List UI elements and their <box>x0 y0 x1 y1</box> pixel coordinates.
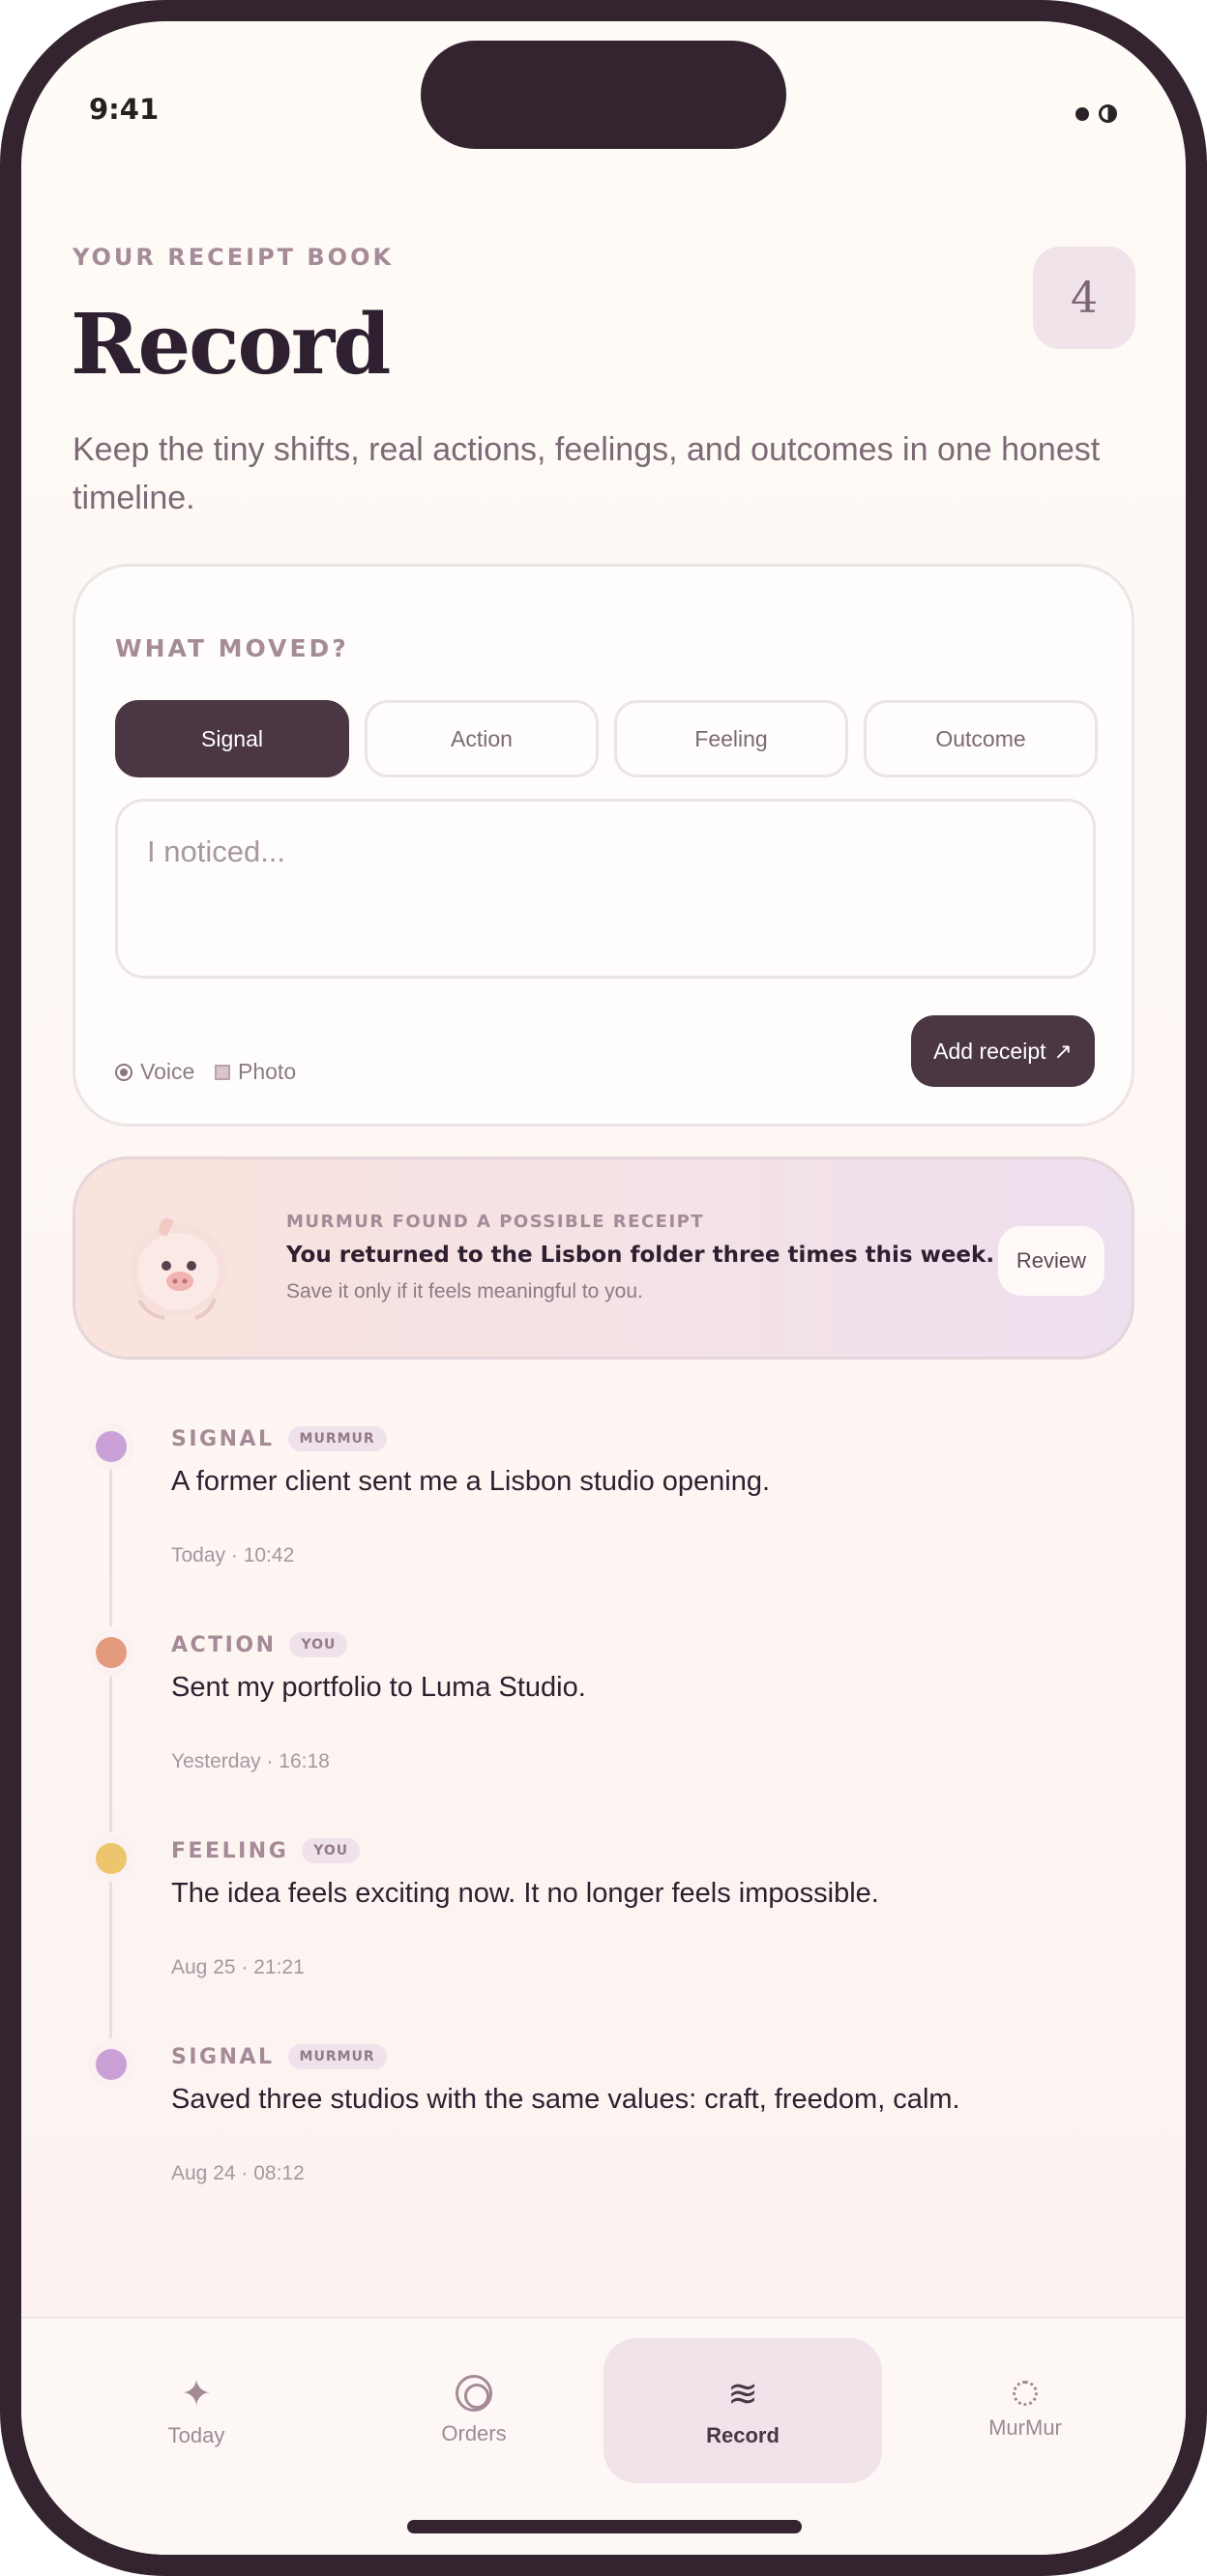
timeline-entry[interactable]: SIGNAL MURMUR Saved three studios with t… <box>21 2041 1186 2235</box>
home-indicator[interactable] <box>407 2520 802 2533</box>
entry-text: Saved three studios with the same values… <box>171 2084 960 2115</box>
entry-source-tag: MURMUR <box>287 2044 387 2069</box>
timeline-dot <box>88 1629 134 1676</box>
tab-today[interactable]: ✦ Today <box>57 2338 336 2483</box>
waves-icon: ≋ <box>727 2372 758 2415</box>
entry-time: Aug 25 · 21:21 <box>171 1956 305 1978</box>
entry-type: FEELING <box>171 1838 289 1863</box>
dashed-circle-icon <box>1013 2381 1038 2406</box>
tab-record[interactable]: ≋ Record <box>604 2338 882 2483</box>
entry-text: A former client sent me a Lisbon studio … <box>171 1466 771 1497</box>
entry-type: SIGNAL <box>171 1426 275 1451</box>
tab-label: Orders <box>441 2421 507 2445</box>
entry-time: Yesterday · 16:18 <box>171 1750 330 1772</box>
entry-text: Sent my portfolio to Luma Studio. <box>171 1672 586 1703</box>
screen: 9:41 YOUR RECEIPT BOOK Record 4 Keep the… <box>21 21 1186 2555</box>
timeline-entry[interactable]: ACTION YOU Sent my portfolio to Luma Stu… <box>21 1629 1186 1823</box>
entry-time: Aug 24 · 08:12 <box>171 2162 305 2184</box>
entry-header: ACTION YOU <box>171 1629 348 1660</box>
tab-label: Record <box>706 2423 780 2447</box>
tab-murmur[interactable]: MurMur <box>886 2338 1164 2483</box>
entry-header: SIGNAL MURMUR <box>171 1423 387 1454</box>
tab-orders[interactable]: Orders <box>335 2338 613 2483</box>
entry-header: FEELING YOU <box>171 1835 361 1866</box>
tab-label: Today <box>167 2423 225 2447</box>
timeline-entry[interactable]: SIGNAL MURMUR A former client sent me a … <box>21 1423 1186 1617</box>
entry-type: SIGNAL <box>171 2044 275 2069</box>
timeline: SIGNAL MURMUR A former client sent me a … <box>21 21 1186 2555</box>
timeline-dot <box>88 2041 134 2088</box>
timeline-dot <box>88 1835 134 1882</box>
entry-source-tag: MURMUR <box>287 1426 387 1451</box>
ring-icon <box>456 2375 492 2412</box>
timeline-dot <box>88 1423 134 1470</box>
phone-frame: 9:41 YOUR RECEIPT BOOK Record 4 Keep the… <box>0 0 1207 2576</box>
entry-text: The idea feels exciting now. It no longe… <box>171 1878 879 1909</box>
timeline-entry[interactable]: FEELING YOU The idea feels exciting now.… <box>21 1835 1186 2029</box>
sparkle-icon: ✦ <box>181 2372 212 2415</box>
entry-header: SIGNAL MURMUR <box>171 2041 387 2072</box>
entry-type: ACTION <box>171 1632 277 1657</box>
entry-source-tag: YOU <box>289 1632 348 1657</box>
entry-source-tag: YOU <box>302 1838 361 1863</box>
tab-label: MurMur <box>988 2415 1062 2440</box>
entry-time: Today · 10:42 <box>171 1544 295 1566</box>
